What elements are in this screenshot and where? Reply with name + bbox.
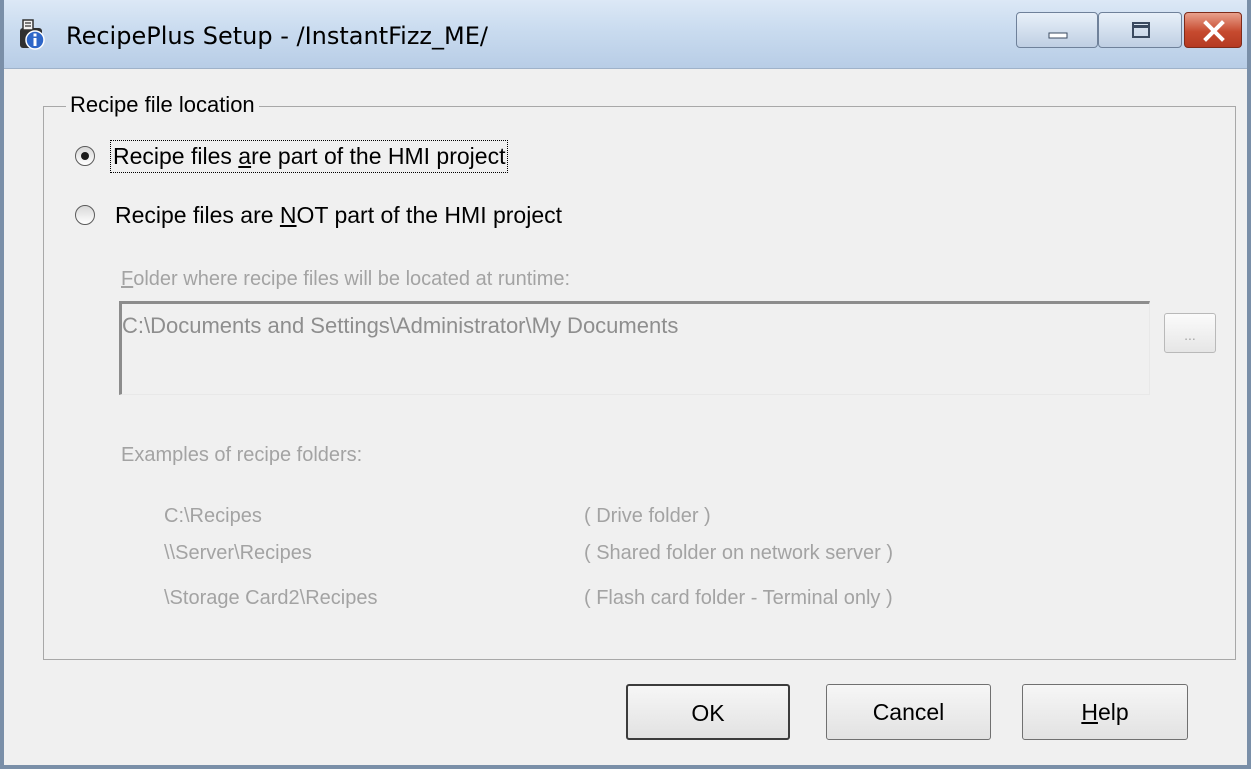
examples-caption: Examples of recipe folders:	[121, 444, 363, 466]
browse-button[interactable]: ...	[1164, 313, 1216, 353]
groupbox-label: Recipe file location	[66, 92, 259, 118]
folder-caption: Folder where recipe files will be locate…	[121, 268, 570, 291]
accelerator-key: H	[1081, 699, 1098, 725]
label-text: elp	[1097, 699, 1129, 725]
close-icon	[1203, 20, 1225, 42]
minimize-button[interactable]	[1016, 12, 1098, 48]
recipe-app-icon	[14, 18, 48, 52]
example-description: ( Shared folder on network server )	[584, 542, 894, 564]
folder-path-value: C:\Documents and Settings\Administrator\…	[122, 313, 679, 338]
accelerator-key: N	[279, 202, 297, 228]
radio-not-part-of-project[interactable]	[75, 205, 95, 225]
cancel-button[interactable]: Cancel	[826, 684, 991, 740]
label-text: re part of the HMI project	[251, 143, 506, 169]
radio-selected-dot	[81, 152, 89, 160]
window-title: RecipePlus Setup - /InstantFizz_ME/	[66, 22, 488, 50]
label-text: OT part of the HMI project	[296, 202, 563, 228]
label-text: Recipe files	[113, 143, 239, 169]
example-path: \\Server\Recipes	[164, 542, 312, 564]
title-bar[interactable]: RecipePlus Setup - /InstantFizz_ME/	[4, 0, 1247, 69]
label-text: Recipe files are	[115, 202, 280, 228]
maximize-button[interactable]	[1098, 12, 1182, 48]
example-description: ( Flash card folder - Terminal only )	[584, 587, 893, 609]
radio-label-not-part-of-project[interactable]: Recipe files are NOT part of the HMI pro…	[115, 202, 562, 229]
accelerator-key: a	[238, 143, 252, 169]
close-button[interactable]	[1184, 12, 1242, 48]
ok-button[interactable]: OK	[626, 684, 790, 740]
label-text: older where recipe files will be located…	[133, 268, 571, 290]
example-path: C:\Recipes	[164, 505, 262, 527]
dialog-window: RecipePlus Setup - /InstantFizz_ME/ Reci…	[0, 0, 1251, 769]
accelerator-key: F	[121, 268, 134, 290]
maximize-icon	[1132, 22, 1150, 38]
radio-label-part-of-project[interactable]: Recipe files are part of the HMI project	[110, 140, 509, 173]
radio-part-of-project[interactable]	[75, 146, 95, 166]
minimize-icon	[1048, 32, 1068, 39]
example-path: \Storage Card2\Recipes	[164, 587, 378, 609]
example-description: ( Drive folder )	[584, 505, 711, 527]
help-button[interactable]: Help	[1022, 684, 1188, 740]
